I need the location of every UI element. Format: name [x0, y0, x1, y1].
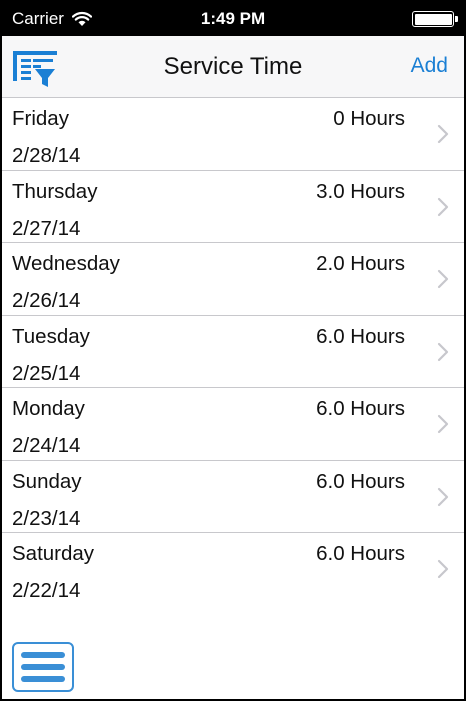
chevron-right-icon: [437, 487, 449, 506]
hours-label: 6.0 Hours: [316, 542, 405, 565]
list-item[interactable]: Friday 0 Hours 2/28/14: [2, 98, 464, 171]
day-label: Wednesday: [12, 252, 120, 275]
day-label: Tuesday: [12, 324, 90, 348]
battery-fill: [414, 13, 452, 25]
service-time-list: Friday 0 Hours 2/28/14 Thursday 3.0 Hour…: [2, 98, 464, 606]
day-label: Sunday: [12, 469, 82, 493]
hours-label: 6.0 Hours: [316, 324, 405, 348]
filter-button[interactable]: [12, 50, 58, 90]
add-button[interactable]: Add: [411, 54, 448, 78]
list-item[interactable]: Monday 6.0 Hours 2/24/14: [2, 388, 464, 461]
filter-list-icon: [13, 51, 57, 87]
chevron-right-icon: [437, 269, 449, 289]
list-item[interactable]: Wednesday 2.0 Hours 2/26/14: [2, 243, 464, 316]
hours-label: 0 Hours: [333, 107, 405, 130]
carrier-label: Carrier: [12, 9, 64, 28]
chevron-right-icon: [437, 124, 449, 144]
list-item[interactable]: Thursday 3.0 Hours 2/27/14: [2, 170, 464, 243]
hours-label: 6.0 Hours: [316, 469, 405, 493]
status-bar: Carrier 1:49 PM: [2, 2, 464, 36]
hours-label: 3.0 Hours: [316, 179, 405, 203]
chevron-right-icon: [437, 559, 449, 579]
hamburger-menu-icon: [21, 664, 65, 670]
bottom-bar: [2, 602, 464, 699]
menu-button[interactable]: [12, 642, 74, 692]
navigation-bar: Service Time Add: [2, 36, 464, 98]
hours-label: 6.0 Hours: [316, 397, 405, 420]
day-label: Monday: [12, 397, 85, 420]
date-label: 2/24/14: [12, 434, 81, 457]
day-label: Saturday: [12, 542, 95, 565]
date-label: 2/26/14: [12, 289, 81, 312]
page-title: Service Time: [163, 52, 303, 80]
hamburger-menu-icon: [21, 652, 65, 658]
status-left: Carrier: [12, 9, 92, 29]
date-label: 2/25/14: [12, 361, 81, 385]
day-label: Thursday: [12, 179, 98, 203]
chevron-right-icon: [437, 342, 449, 361]
list-item[interactable]: Sunday 6.0 Hours 2/23/14: [2, 460, 464, 533]
battery-icon: [412, 11, 458, 27]
date-label: 2/27/14: [12, 216, 81, 240]
wifi-icon: [71, 11, 92, 26]
hours-label: 2.0 Hours: [316, 252, 405, 275]
chevron-right-icon: [437, 197, 449, 216]
hamburger-menu-icon: [21, 676, 65, 682]
screen: Carrier 1:49 PM Service Time Add Friday …: [2, 2, 464, 699]
chevron-right-icon: [437, 414, 449, 434]
date-label: 2/23/14: [12, 506, 81, 530]
date-label: 2/28/14: [12, 144, 81, 167]
device-frame: Carrier 1:49 PM Service Time Add Friday …: [0, 0, 466, 701]
date-label: 2/22/14: [12, 579, 81, 602]
day-label: Friday: [12, 107, 69, 130]
list-item[interactable]: Saturday 6.0 Hours 2/22/14: [2, 533, 464, 606]
list-item[interactable]: Tuesday 6.0 Hours 2/25/14: [2, 315, 464, 388]
